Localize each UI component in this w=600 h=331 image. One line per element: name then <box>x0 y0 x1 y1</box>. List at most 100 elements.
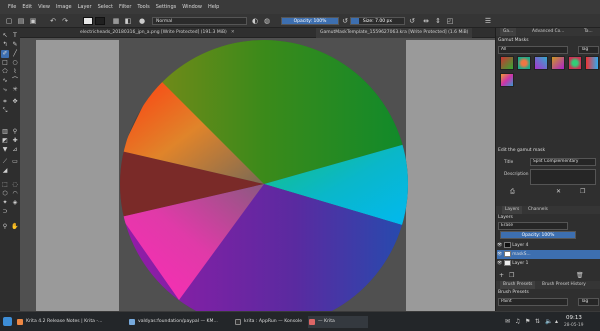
tab-tasks[interactable]: Ta... <box>584 28 593 36</box>
tab-layers[interactable]: Layers <box>502 206 523 214</box>
menu-edit[interactable]: Edit <box>22 4 32 10</box>
layer-blend-select[interactable]: Erase <box>498 222 568 230</box>
edit-shapes-icon[interactable]: ↰ <box>1 41 9 49</box>
gamut-filter-select[interactable]: All <box>498 46 568 54</box>
color-picker-icon[interactable]: ⚲ <box>11 128 19 136</box>
brush-preset-icon[interactable]: ● <box>137 16 147 26</box>
layer-row-2[interactable]: 👁 maskS... <box>497 250 600 259</box>
eye-icon[interactable]: 👁 <box>497 243 502 248</box>
tab-gamut-masks[interactable]: Ga... <box>500 28 517 36</box>
reference-tool-icon[interactable]: ▭ <box>11 158 19 166</box>
task-item-1[interactable]: Krita 4.2 Release Notes | Krita -... <box>16 316 112 328</box>
menu-layer[interactable]: Layer <box>78 4 92 10</box>
freehand-brush-icon[interactable]: ✐ <box>1 50 9 58</box>
menu-settings[interactable]: Settings <box>156 4 177 10</box>
ellipse-tool-icon[interactable]: ○ <box>11 59 19 67</box>
fill-tool-icon[interactable]: ▼ <box>1 146 9 154</box>
mirror-vertical-icon[interactable]: ⇕ <box>433 16 443 26</box>
measure-tool-icon[interactable]: ⟋ <box>1 158 9 166</box>
workspace-icon[interactable]: ☰ <box>483 16 493 26</box>
save-icon[interactable]: ▣ <box>28 16 38 26</box>
transform-tool-icon[interactable]: ⤡ <box>1 107 9 115</box>
polygon-select-icon[interactable]: ⬡ <box>1 190 9 198</box>
freehand-select-icon[interactable]: ◠ <box>11 190 19 198</box>
tray-icon-2[interactable]: ♫ <box>515 318 520 325</box>
layer-opacity-slider[interactable]: Opacity: 100% <box>500 231 576 239</box>
layer-row-1[interactable]: 👁 Layer 4 <box>497 241 600 250</box>
dynamic-brush-icon[interactable]: ⤷ <box>1 86 9 94</box>
contiguous-select-icon[interactable]: ✦ <box>1 199 9 207</box>
tray-expand-icon[interactable]: ▴ <box>555 318 558 325</box>
menu-filter[interactable]: Filter <box>119 4 131 10</box>
add-layer-icon[interactable]: + <box>499 272 504 279</box>
reference-images-icon[interactable]: ◢ <box>1 167 9 175</box>
colorize-mask-icon[interactable]: ◩ <box>1 137 9 145</box>
erase-mode-icon[interactable]: ◐ <box>250 16 260 26</box>
gradient-tool-icon[interactable]: ▥ <box>1 128 9 136</box>
zoom-tool-icon[interactable]: ⚲ <box>1 223 9 231</box>
clock-time[interactable]: 09:13 <box>566 315 582 321</box>
size-reset-icon[interactable]: ↺ <box>407 16 417 26</box>
crop-tool-icon[interactable]: ⌗ <box>1 98 9 106</box>
app-launcher-icon[interactable] <box>3 317 12 326</box>
move-tool-icon[interactable]: ✥ <box>11 98 19 106</box>
opacity-reset-icon[interactable]: ↺ <box>340 16 350 26</box>
gamut-mask-thumb-2[interactable] <box>517 56 531 70</box>
assistant-tool-icon[interactable]: ⊿ <box>11 146 19 154</box>
preset-filter-select[interactable]: Paint <box>498 298 568 306</box>
delete-layer-icon[interactable]: 🗑 <box>576 272 584 279</box>
delete-mask-icon[interactable]: ✕ <box>556 188 561 195</box>
mask-title-input[interactable]: Split Complementary <box>530 158 596 166</box>
pan-tool-icon[interactable]: ✋ <box>11 223 19 231</box>
text-tool-icon[interactable]: T <box>11 32 19 40</box>
select-shapes-icon[interactable]: ↖ <box>1 32 9 40</box>
rect-select-icon[interactable]: ⬚ <box>1 181 9 189</box>
undo-icon[interactable]: ↶ <box>48 16 58 26</box>
task-item-3[interactable]: krita : AppRun — Konsole <box>234 316 310 328</box>
eye-icon[interactable]: 👁 <box>497 252 502 257</box>
smart-patch-icon[interactable]: ✚ <box>11 137 19 145</box>
volume-icon[interactable]: 🔈 <box>545 318 552 325</box>
tab-channels[interactable]: Channels <box>528 206 548 214</box>
menu-tools[interactable]: Tools <box>137 4 149 10</box>
menu-select[interactable]: Select <box>98 4 113 10</box>
gamut-mask-thumb-5[interactable] <box>568 56 582 70</box>
preserve-alpha-icon[interactable]: ◍ <box>262 16 272 26</box>
menu-image[interactable]: Image <box>56 4 72 10</box>
mask-description-input[interactable] <box>530 169 596 185</box>
tab-brush-presets[interactable]: Brush Presets <box>500 281 536 289</box>
duplicate-layer-icon[interactable]: ❐ <box>509 272 514 279</box>
tab-advanced-color[interactable]: Advanced Co... <box>532 28 564 36</box>
tray-icon-1[interactable]: ✉ <box>505 318 510 325</box>
opacity-slider[interactable]: Opacity: 100% <box>281 17 339 25</box>
gamut-tag-button[interactable]: Tag <box>578 46 599 54</box>
bezier-select-icon[interactable]: ⊃ <box>1 208 9 216</box>
duplicate-mask-icon[interactable]: ❐ <box>580 188 585 195</box>
menu-view[interactable]: View <box>38 4 50 10</box>
rectangle-tool-icon[interactable]: □ <box>1 59 9 67</box>
tray-icon-3[interactable]: ⚑ <box>525 318 530 325</box>
gamut-mask-thumb-4[interactable] <box>551 56 565 70</box>
redo-icon[interactable]: ↷ <box>60 16 70 26</box>
tab-brush-history[interactable]: Brush Preset History <box>542 281 586 289</box>
gamut-mask-thumb-7[interactable] <box>500 73 514 87</box>
calligraphy-icon[interactable]: ✎ <box>11 41 19 49</box>
task-item-2[interactable]: valdyas:foundation/paypal — KM... <box>128 316 220 328</box>
polyline-tool-icon[interactable]: ⌇ <box>11 68 19 76</box>
close-icon[interactable]: ✕ <box>231 30 235 35</box>
open-document-icon[interactable]: ▤ <box>16 16 26 26</box>
bezier-tool-icon[interactable]: ∿ <box>1 77 9 85</box>
save-mask-icon[interactable]: ⎙ <box>510 188 515 196</box>
ellipse-select-icon[interactable]: ◌ <box>11 181 19 189</box>
menu-file[interactable]: File <box>8 4 16 10</box>
fill-patterns-icon[interactable]: ▦ <box>111 16 121 26</box>
gamut-mask-thumb-6[interactable] <box>585 56 599 70</box>
task-item-4[interactable]: — Krita <box>308 316 368 328</box>
network-icon[interactable]: ⇅ <box>535 318 540 325</box>
layer-row-3[interactable]: 👁 Layer 1 <box>497 259 600 268</box>
preset-tag-button[interactable]: Tag <box>578 298 599 306</box>
multibrush-icon[interactable]: ✳ <box>11 86 19 94</box>
menu-help[interactable]: Help <box>208 4 219 10</box>
document-tab-1[interactable]: electricheads_20180316_jpn_a.png [Write … <box>76 28 239 38</box>
foreground-color-swatch[interactable] <box>83 17 93 25</box>
